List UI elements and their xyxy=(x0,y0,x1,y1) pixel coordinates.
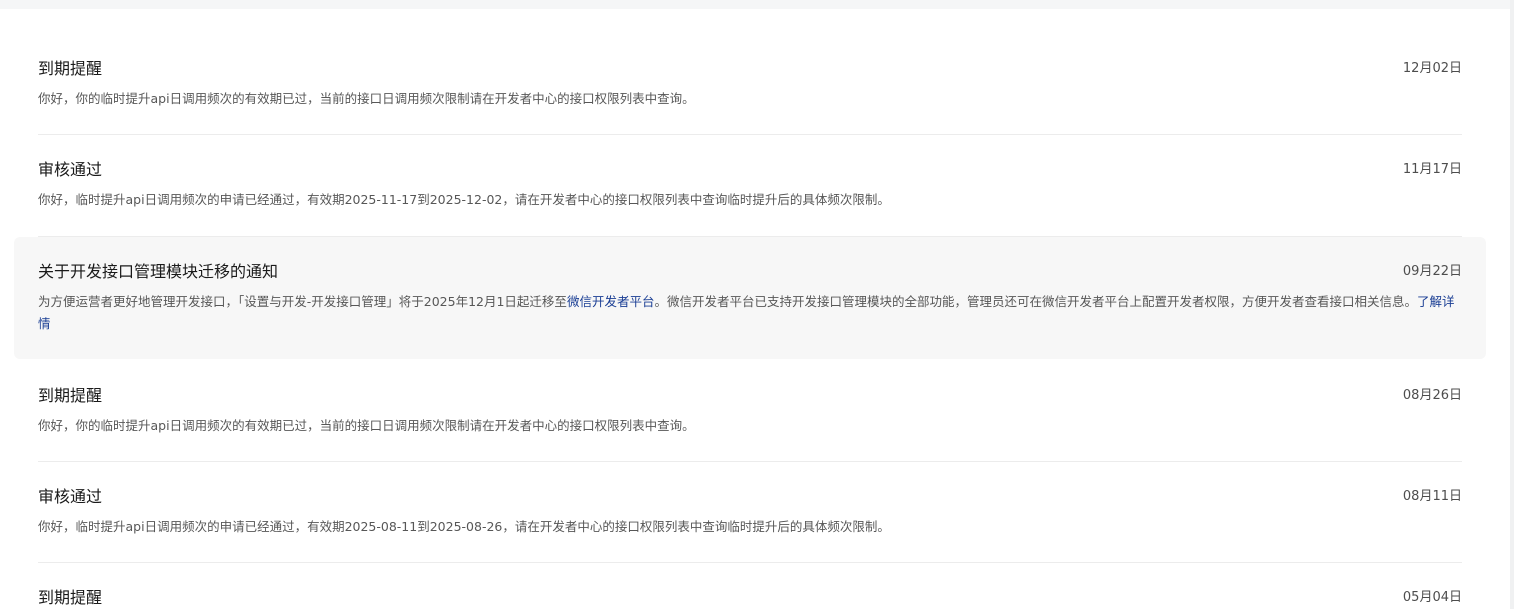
notification-item[interactable]: 审核通过 11月17日 你好，临时提升api日调用频次的申请已经通过，有效期20… xyxy=(38,160,1462,237)
notification-desc: 为方便运营者更好地管理开发接口，「设置与开发-开发接口管理」将于2025年12月… xyxy=(38,291,1462,335)
notification-date: 08月11日 xyxy=(1402,489,1462,504)
notification-item[interactable]: 到期提醒 08月26日 你好，你的临时提升api日调用频次的有效期已过，当前的接… xyxy=(38,386,1462,462)
notification-title: 到期提醒 xyxy=(38,59,103,78)
notification-date: 05月04日 xyxy=(1402,590,1462,605)
notification-desc: 你好，临时提升api日调用频次的申请已经通过，有效期2025-11-17到202… xyxy=(38,192,890,207)
notification-date: 09月22日 xyxy=(1402,264,1462,279)
notification-date: 11月17日 xyxy=(1402,162,1462,177)
notification-date: 12月02日 xyxy=(1402,61,1462,76)
notification-title: 审核通过 xyxy=(38,160,103,179)
scrollbar[interactable] xyxy=(1510,0,1514,609)
notification-item[interactable]: 到期提醒 12月02日 你好，你的临时提升api日调用频次的有效期已过，当前的接… xyxy=(38,59,1462,135)
notification-desc: 你好，临时提升api日调用频次的申请已经通过，有效期2025-08-11到202… xyxy=(38,519,890,534)
notification-date: 08月26日 xyxy=(1402,388,1462,403)
notification-item[interactable]: 关于开发接口管理模块迁移的通知 09月22日 为方便运营者更好地管理开发接口，「… xyxy=(38,262,1462,352)
notification-desc-text: 。微信开发者平台已支持开发接口管理模块的全部功能，管理员还可在微信开发者平台上配… xyxy=(654,294,1417,309)
notification-title: 到期提醒 xyxy=(38,386,103,405)
notification-title: 关于开发接口管理模块迁移的通知 xyxy=(38,262,279,281)
notification-title: 审核通过 xyxy=(38,487,103,506)
notification-item[interactable]: 审核通过 08月11日 你好，临时提升api日调用频次的申请已经通过，有效期20… xyxy=(38,487,1462,563)
notification-desc: 你好，你的临时提升api日调用频次的有效期已过，当前的接口日调用频次限制请在开发… xyxy=(38,91,695,106)
notification-desc-text: 为方便运营者更好地管理开发接口，「设置与开发-开发接口管理」将于2025年12月… xyxy=(38,294,567,309)
wechat-dev-platform-link[interactable]: 微信开发者平台 xyxy=(567,294,655,309)
notification-desc: 你好，你的临时提升api日调用频次的有效期已过，当前的接口日调用频次限制请在开发… xyxy=(38,418,695,433)
notification-title: 到期提醒 xyxy=(38,588,103,607)
notification-item[interactable]: 到期提醒 05月04日 xyxy=(38,588,1462,609)
